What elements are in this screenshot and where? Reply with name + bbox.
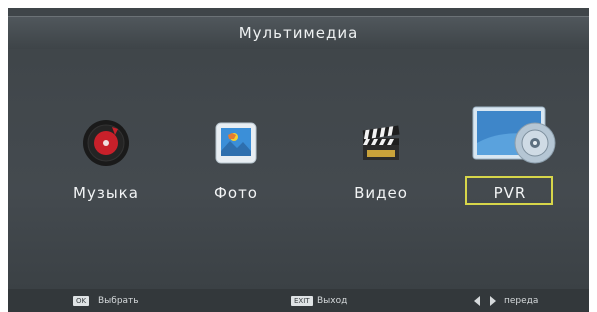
photo-icon — [215, 122, 257, 164]
pvr-disc-icon — [472, 106, 556, 164]
video-clapperboard-icon — [362, 125, 400, 160]
menu-item-video[interactable]: Видео — [326, 99, 436, 209]
select-hint: Выбрать — [98, 296, 139, 306]
media-menu: Музыка Фото Видео PVR — [8, 49, 589, 289]
menu-item-label: Музыка — [73, 184, 139, 202]
menu-item-pvr[interactable]: PVR — [455, 99, 565, 209]
title-bar: Мультимедиа — [8, 16, 589, 50]
exit-hint: Выход — [317, 296, 348, 306]
arrow-right-icon — [490, 296, 496, 306]
menu-item-label: Фото — [213, 184, 258, 202]
menu-item-photo[interactable]: Фото — [181, 99, 291, 209]
exit-key-icon: EXIT — [291, 296, 313, 306]
multimedia-screen: Мультимедиа Музыка Фото Видео PVR OK Выб… — [8, 8, 589, 312]
menu-item-label: Видео — [354, 184, 408, 202]
footer-hints: OK Выбрать EXIT Выход переда — [8, 289, 589, 312]
menu-item-label: PVR — [493, 184, 527, 202]
navigate-hint: переда — [504, 296, 539, 306]
menu-item-music[interactable]: Музыка — [51, 99, 161, 209]
page-title: Мультимедиа — [238, 24, 359, 42]
arrow-left-icon — [474, 296, 480, 306]
music-disc-icon — [83, 120, 129, 166]
ok-key-icon: OK — [73, 296, 90, 306]
